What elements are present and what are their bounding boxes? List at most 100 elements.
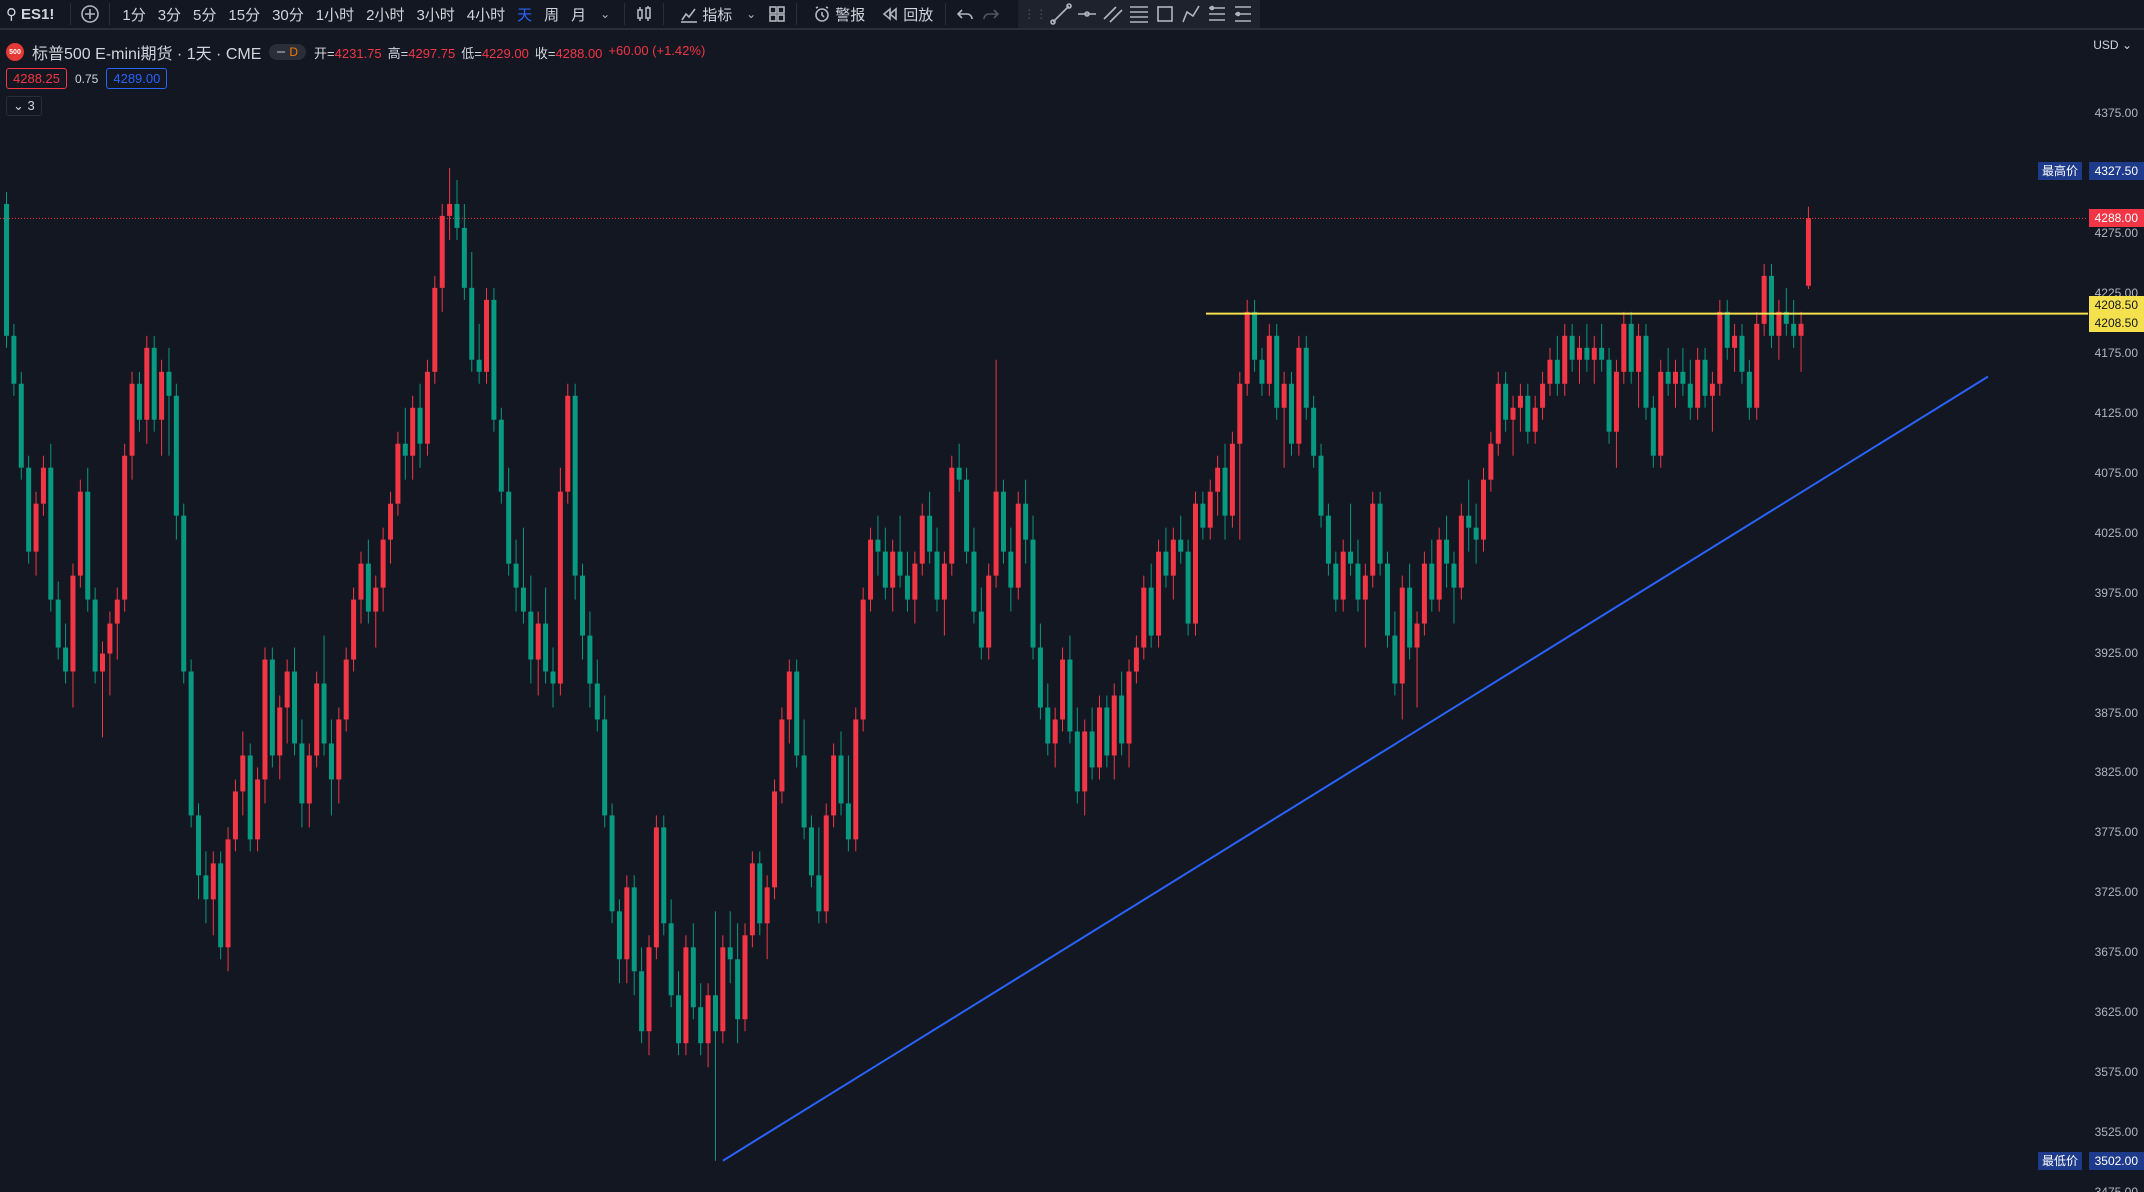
candle	[365, 539, 371, 624]
candle	[107, 611, 113, 696]
candle-body	[461, 227, 467, 288]
interval-button[interactable]: 30分	[266, 0, 310, 28]
candle	[114, 587, 120, 660]
interval-button[interactable]: 1分	[116, 0, 151, 28]
compare-add-icon[interactable]	[77, 1, 103, 27]
interval-button[interactable]: 3分	[152, 0, 187, 28]
candle-body	[1628, 323, 1634, 372]
chevron-down-icon[interactable]: ⌄	[592, 1, 618, 27]
interval-button[interactable]: 周	[538, 0, 565, 28]
candle	[1384, 551, 1390, 648]
currency-selector[interactable]: USD ⌄	[2093, 38, 2132, 52]
candle-body	[1636, 335, 1642, 372]
fib-retracement-icon[interactable]	[1126, 1, 1152, 27]
interval-button[interactable]: 15分	[222, 0, 266, 28]
candle-body	[1274, 335, 1280, 408]
replay-button[interactable]: 回放	[871, 0, 939, 28]
text-annotation-icon[interactable]	[1230, 1, 1256, 27]
candle	[594, 659, 600, 732]
candle-body	[351, 599, 357, 660]
market-status-badge[interactable]: D	[269, 44, 307, 60]
interval-button[interactable]: 1小时	[310, 0, 360, 28]
candle	[122, 443, 128, 612]
drag-handle-icon[interactable]: ⋮⋮	[1022, 1, 1048, 27]
candle-body	[1517, 395, 1523, 408]
parallel-channel-icon[interactable]	[1100, 1, 1126, 27]
candle	[1392, 611, 1398, 696]
ask-price[interactable]: 4289.00	[106, 68, 168, 89]
candle	[269, 647, 275, 768]
price-axis-tick: 3875.00	[2094, 705, 2138, 720]
path-icon[interactable]	[1178, 1, 1204, 27]
candle	[845, 755, 851, 852]
interval-button[interactable]: 5分	[187, 0, 222, 28]
alert-button[interactable]: 警报	[803, 0, 871, 28]
redo-icon[interactable]	[978, 1, 1004, 27]
candle-body	[853, 719, 859, 840]
candle	[749, 851, 755, 948]
support-trendline[interactable]	[722, 375, 1989, 1162]
candle	[1274, 323, 1280, 420]
chevron-down-icon[interactable]: ⌄	[738, 1, 764, 27]
chart-legend: 500 标普500 E-mini期货 · 1天 · CME D 开=4231.7…	[6, 40, 705, 64]
candle-body	[1673, 371, 1679, 384]
candle	[255, 767, 261, 852]
candle	[875, 515, 881, 576]
candle	[1325, 503, 1331, 576]
interval-button[interactable]: 4小时	[461, 0, 511, 28]
candle	[1444, 515, 1450, 588]
indicator-collapse-toggle[interactable]: ⌄ 3	[6, 96, 42, 116]
candle	[447, 167, 453, 240]
high-price-tag: 4327.50	[2088, 161, 2144, 180]
candle	[410, 395, 416, 480]
indicators-button[interactable]: 指标	[670, 0, 738, 28]
interval-button[interactable]: 月	[565, 0, 592, 28]
candle-body	[1252, 311, 1258, 360]
candle-body	[395, 443, 401, 504]
candle-body	[868, 539, 874, 600]
rectangle-icon[interactable]	[1152, 1, 1178, 27]
interval-button[interactable]: 2小时	[360, 0, 410, 28]
candle	[358, 551, 364, 624]
candle-body	[417, 407, 423, 444]
price-axis-tick: 3975.00	[2094, 585, 2138, 600]
price-chart[interactable]	[0, 32, 2144, 1192]
candle	[860, 587, 866, 732]
price-axis-tick: 3675.00	[2094, 945, 2138, 960]
candle	[816, 827, 822, 924]
candle-body	[1621, 323, 1627, 372]
candle-body	[1119, 695, 1125, 744]
layout-grid-icon[interactable]	[764, 1, 790, 27]
candle-body	[70, 575, 76, 672]
candle	[151, 335, 157, 432]
candle-style-icon[interactable]	[631, 1, 657, 27]
candle	[454, 179, 460, 240]
low-value: 4229.00	[481, 45, 529, 61]
chart-pane[interactable]	[0, 32, 2144, 1192]
candle	[1355, 539, 1361, 612]
candle-body	[1229, 443, 1235, 516]
price-axis-tick: 4125.00	[2094, 405, 2138, 420]
candle	[1732, 323, 1738, 372]
candle	[853, 707, 859, 852]
candle	[668, 899, 674, 1008]
long-position-icon[interactable]	[1204, 1, 1230, 27]
candle	[1636, 323, 1642, 408]
interval-button[interactable]: 3小时	[410, 0, 460, 28]
candle	[757, 851, 763, 936]
undo-icon[interactable]	[952, 1, 978, 27]
bid-price[interactable]: 4288.25	[6, 68, 67, 89]
candle	[602, 695, 608, 828]
symbol-logo: 500	[6, 43, 24, 61]
trend-line-icon[interactable]	[1048, 1, 1074, 27]
price-axis-tick: 3625.00	[2094, 1005, 2138, 1020]
candle	[1045, 683, 1051, 756]
symbol-title[interactable]: 标普500 E-mini期货 · 1天 · CME	[32, 40, 261, 64]
candle-body	[653, 827, 659, 948]
interval-button[interactable]: 天	[511, 0, 538, 28]
symbol-search[interactable]: ⚲ ES1!	[0, 0, 64, 28]
price-axis-tick: 4175.00	[2094, 345, 2138, 360]
candle	[402, 407, 408, 480]
horizontal-ray-icon[interactable]	[1074, 1, 1100, 27]
candle	[1695, 347, 1701, 420]
